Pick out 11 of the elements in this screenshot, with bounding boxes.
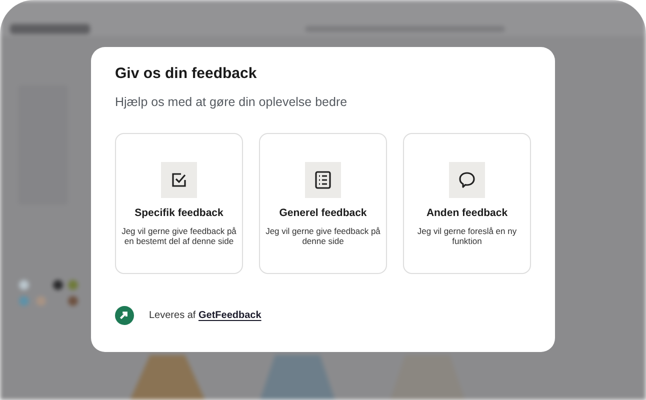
feedback-option-card[interactable]: Generel feedback Jeg vil gerne give feedback på denne side bbox=[259, 133, 387, 274]
getfeedback-link[interactable]: GetFeedback bbox=[198, 310, 262, 321]
list-icon bbox=[315, 171, 331, 189]
logo-icon bbox=[115, 306, 134, 325]
feedback-option-card[interactable]: Anden feedback Jeg vil gerne foreslå en ny funktion bbox=[403, 133, 531, 274]
dialog-subtitle: Hjælp os med at gøre din oplevelse bedre bbox=[115, 95, 348, 109]
checkbox-icon bbox=[170, 171, 188, 189]
feedback-option-card[interactable]: Specifik feedback Jeg vil gerne give feedback på en bestemt del af denne side bbox=[115, 133, 243, 274]
dialog-title: Giv os din feedback bbox=[115, 65, 258, 82]
speech-bubble-icon bbox=[458, 171, 476, 189]
powered-by-text: Leveres af GetFeedback bbox=[149, 310, 262, 321]
